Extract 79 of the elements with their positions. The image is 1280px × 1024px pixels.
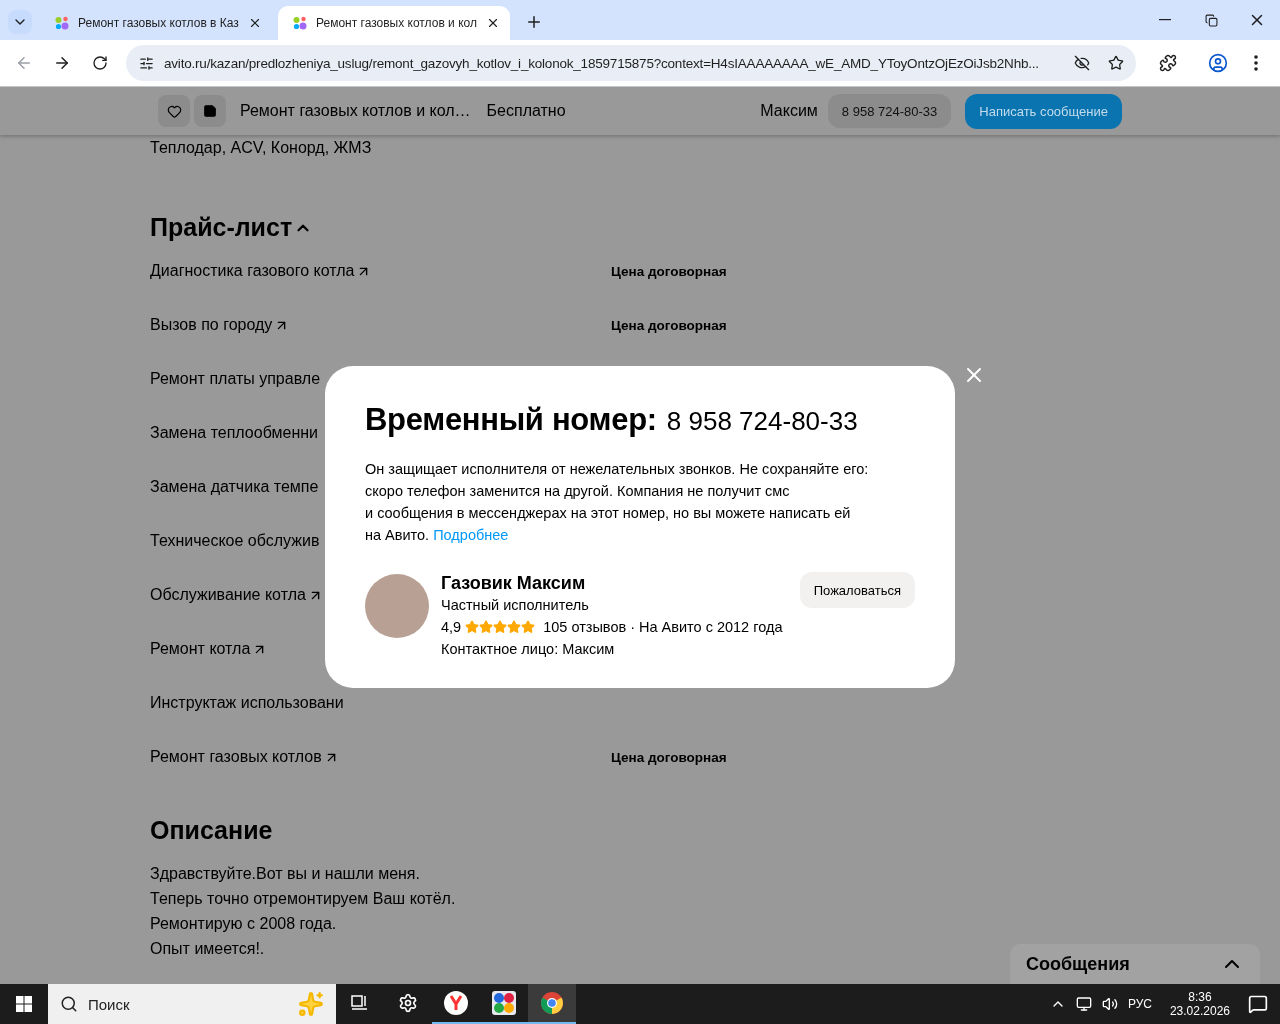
network-icon[interactable] bbox=[1075, 996, 1092, 1012]
description-text: Теперь точно отремонтируем Ваш котёл. bbox=[150, 889, 456, 909]
taskbar-app[interactable] bbox=[528, 984, 576, 1024]
task-view-icon bbox=[350, 994, 370, 1012]
contact-person: Контактное лицо: Максим bbox=[441, 640, 615, 659]
note-button[interactable] bbox=[194, 95, 226, 127]
minimize-icon bbox=[1159, 19, 1171, 21]
service-name[interactable]: Замена теплообменни bbox=[150, 424, 318, 442]
close-icon[interactable] bbox=[248, 16, 262, 30]
dialog-text: Он защищает исполнителя от нежелательных звонков. Не сохраняйте его: скоро телефон заменится на другой. Компания не получит смс и сообщения в мессенджерах на этот номер, но вы можете написать ей на Авито. Подробнее bbox=[365, 460, 870, 545]
chrome-icon bbox=[540, 991, 564, 1015]
input-language[interactable]: РУС bbox=[1127, 997, 1152, 1011]
star-icon bbox=[493, 620, 508, 634]
rating-value: 4,9 bbox=[441, 618, 462, 637]
service-name[interactable]: Ремонт платы управле bbox=[150, 370, 321, 388]
gear-icon bbox=[398, 993, 418, 1013]
forward-arrow-icon bbox=[53, 54, 71, 72]
browser-tab[interactable]: Ремонт газовых котлов в Каз bbox=[40, 6, 272, 40]
service-name[interactable]: Техническое обслужив bbox=[150, 532, 320, 550]
sparkles-icon bbox=[298, 991, 324, 1017]
close-icon[interactable] bbox=[486, 16, 500, 30]
description-text: Ремонтирую с 2008 года. bbox=[150, 914, 337, 934]
description-text: Опыт имеется!. bbox=[150, 939, 265, 959]
clock-date[interactable]: 23.02.2026 bbox=[1169, 1004, 1230, 1018]
service-name[interactable]: Диагностика газового котла bbox=[150, 262, 355, 280]
description-text: Здравствуйте.Вот вы и нашли меня. bbox=[150, 864, 420, 884]
report-button[interactable]: Пожаловаться bbox=[799, 572, 915, 608]
seller-type: Частный исполнитель bbox=[441, 596, 589, 615]
reload-icon bbox=[92, 55, 108, 71]
restore-icon bbox=[1204, 13, 1218, 27]
yandex-browser-icon bbox=[443, 990, 469, 1016]
heart-icon bbox=[166, 103, 182, 119]
browser-tab[interactable]: Ремонт газовых котлов и кол bbox=[278, 6, 510, 40]
seller-name[interactable]: Газовик Максим bbox=[441, 572, 788, 594]
write-message-button[interactable]: Написать сообщение bbox=[965, 93, 1122, 129]
phone-button[interactable]: 8 958 724-80-33 bbox=[827, 94, 952, 128]
app-tiles-icon bbox=[491, 990, 517, 1016]
favorite-button[interactable] bbox=[158, 95, 190, 127]
service-price: Цена договорная bbox=[611, 749, 727, 765]
seller-name: Максим bbox=[760, 102, 818, 120]
service-name[interactable]: Ремонт газовых котлов bbox=[150, 748, 322, 766]
brands-text: Теплодар, ACV, Конорд, ЖМЗ bbox=[150, 139, 373, 157]
section-title: Прайс-лист bbox=[150, 213, 293, 242]
messages-panel[interactable]: Сообщения bbox=[1010, 944, 1260, 984]
listing-price: Бесплатно bbox=[486, 102, 566, 120]
service-name[interactable]: Замена датчика темпе bbox=[150, 478, 319, 496]
sliders-icon bbox=[138, 55, 154, 71]
star-icon bbox=[1108, 55, 1124, 71]
puzzle-icon bbox=[1159, 54, 1177, 72]
reviews-count[interactable]: 105 отзывов bbox=[543, 616, 627, 638]
service-name[interactable]: Инструктаж использовани bbox=[150, 694, 344, 712]
notifications-icon[interactable] bbox=[1248, 994, 1268, 1014]
site-logo-icon bbox=[54, 15, 70, 31]
section-title: Описание bbox=[150, 816, 274, 845]
site-logo-icon bbox=[292, 15, 308, 31]
volume-icon[interactable] bbox=[1101, 996, 1118, 1012]
search-icon bbox=[60, 995, 78, 1013]
profile-icon bbox=[1208, 53, 1228, 73]
star-icon bbox=[479, 620, 494, 634]
menu-dots-icon bbox=[1254, 55, 1258, 71]
listing-title: Ремонт газовых котлов и кол… bbox=[240, 102, 471, 120]
windows-icon bbox=[16, 996, 32, 1012]
service-name[interactable]: Обслуживание котла bbox=[150, 586, 306, 604]
tab-search-button[interactable] bbox=[8, 10, 32, 34]
messages-title: Сообщения bbox=[1026, 953, 1130, 975]
phone-number: 8 958 724-80-33 bbox=[666, 406, 858, 437]
service-price: Цена договорная bbox=[611, 263, 727, 279]
dialog-title: Временный номер: bbox=[365, 402, 657, 438]
star-icon bbox=[521, 620, 536, 634]
star-icon bbox=[507, 620, 522, 634]
service-name[interactable]: Вызов по городу bbox=[150, 316, 273, 334]
member-since: · На Авито с 2012 года bbox=[630, 618, 783, 637]
plus-icon bbox=[525, 13, 543, 31]
service-name[interactable]: Ремонт котла bbox=[150, 640, 251, 658]
address-bar[interactable]: avito.ru/kazan/predlozheniya_uslug/remont_gazovyh_kotlov_i_kolonok_1859715875?context=H4sIAAAAAAAA_wE_AMD_YToyOntzOjEzOiJsb2Nhb... bbox=[126, 45, 1136, 81]
taskbar-search-field[interactable]: Поиск bbox=[48, 984, 336, 1024]
clock-time[interactable]: 8:36 bbox=[1188, 990, 1212, 1004]
service-price: Цена договорная bbox=[611, 317, 727, 333]
star-icon bbox=[465, 620, 480, 634]
